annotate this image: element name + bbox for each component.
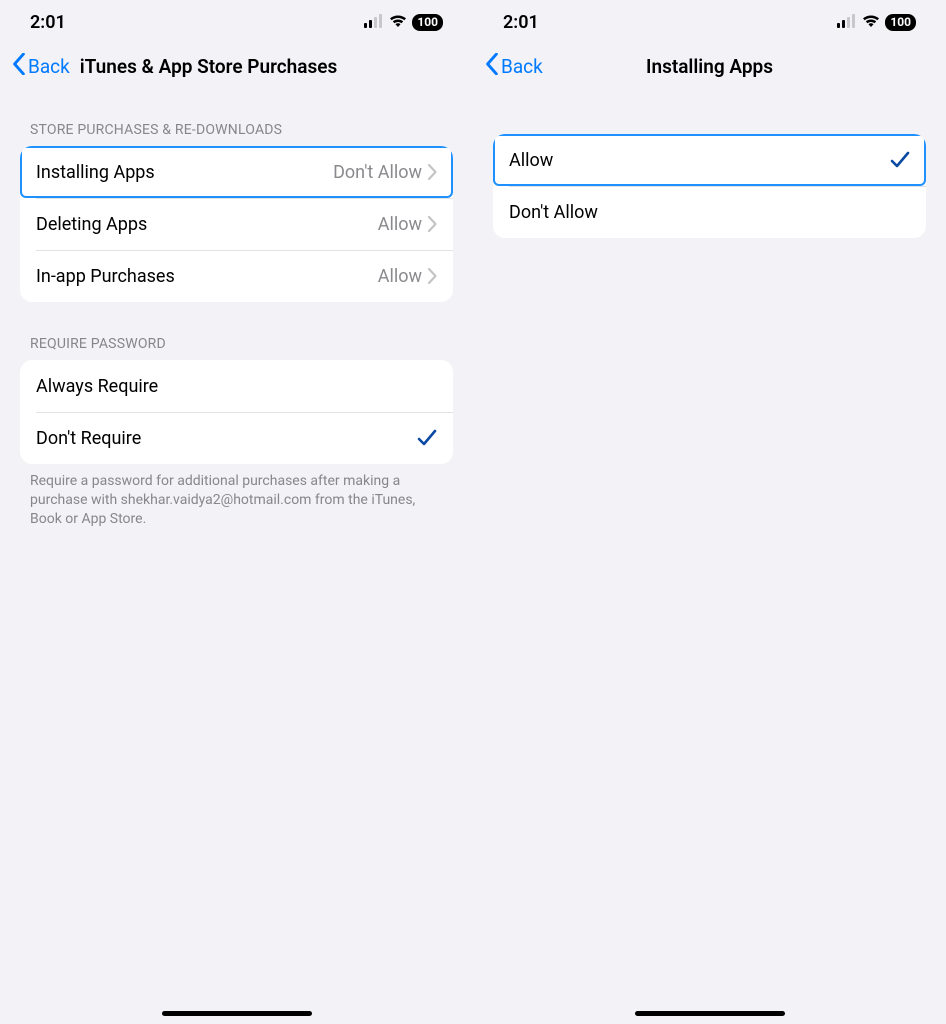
row-label: Deleting Apps [36, 214, 378, 235]
row-dont-allow[interactable]: Don't Allow [493, 186, 926, 238]
screen-itunes-appstore-purchases: 2:01 100 Back iTunes & App Store Purchas… [0, 0, 473, 1024]
nav-bar: Back Installing Apps [473, 44, 946, 88]
status-time: 2:01 [503, 12, 539, 33]
row-label: Don't Require [36, 428, 417, 449]
row-label: In-app Purchases [36, 266, 378, 287]
row-in-app-purchases[interactable]: In-app Purchases Allow [20, 250, 453, 302]
section-header-store: STORE PURCHASES & RE-DOWNLOADS [20, 88, 453, 146]
home-indicator[interactable] [162, 1011, 312, 1016]
row-value: Allow [378, 266, 422, 287]
row-installing-apps[interactable]: Installing Apps Don't Allow [20, 146, 453, 198]
group-installing-apps-options: Allow Don't Allow [493, 134, 926, 238]
status-bar: 2:01 100 [473, 0, 946, 44]
chevron-right-icon [428, 268, 437, 284]
row-deleting-apps[interactable]: Deleting Apps Allow [20, 198, 453, 250]
back-label: Back [501, 55, 543, 78]
row-dont-require[interactable]: Don't Require [20, 412, 453, 464]
status-bar: 2:01 100 [0, 0, 473, 44]
home-indicator[interactable] [635, 1011, 785, 1016]
row-label: Don't Allow [509, 202, 910, 223]
battery-icon: 100 [412, 14, 443, 31]
chevron-left-icon [12, 53, 26, 80]
row-label: Allow [509, 150, 890, 171]
row-label: Installing Apps [36, 162, 333, 183]
wifi-icon [862, 12, 880, 33]
status-indicators: 100 [837, 12, 916, 33]
chevron-left-icon [485, 53, 499, 80]
screen-installing-apps: 2:01 100 Back Installing Apps [473, 0, 946, 1024]
chevron-right-icon [428, 216, 437, 232]
section-footer-password: Require a password for additional purcha… [20, 464, 453, 529]
page-title: iTunes & App Store Purchases [80, 55, 337, 78]
row-value: Allow [378, 214, 422, 235]
nav-bar: Back iTunes & App Store Purchases [0, 44, 473, 88]
checkmark-icon [890, 151, 910, 169]
row-value: Don't Allow [333, 162, 422, 183]
battery-icon: 100 [885, 14, 916, 31]
cellular-icon [364, 12, 384, 33]
back-button[interactable]: Back [485, 53, 543, 80]
wifi-icon [389, 12, 407, 33]
row-allow[interactable]: Allow [493, 134, 926, 186]
back-label: Back [28, 55, 70, 78]
group-require-password: Always Require Don't Require [20, 360, 453, 464]
group-store-purchases: Installing Apps Don't Allow Deleting App… [20, 146, 453, 302]
page-title: Installing Apps [473, 55, 946, 78]
section-header-password: REQUIRE PASSWORD [20, 302, 453, 360]
chevron-right-icon [428, 164, 437, 180]
status-indicators: 100 [364, 12, 443, 33]
checkmark-icon [417, 429, 437, 447]
status-time: 2:01 [30, 12, 66, 33]
row-label: Always Require [36, 376, 437, 397]
row-always-require[interactable]: Always Require [20, 360, 453, 412]
back-button[interactable]: Back [12, 53, 70, 80]
cellular-icon [837, 12, 857, 33]
